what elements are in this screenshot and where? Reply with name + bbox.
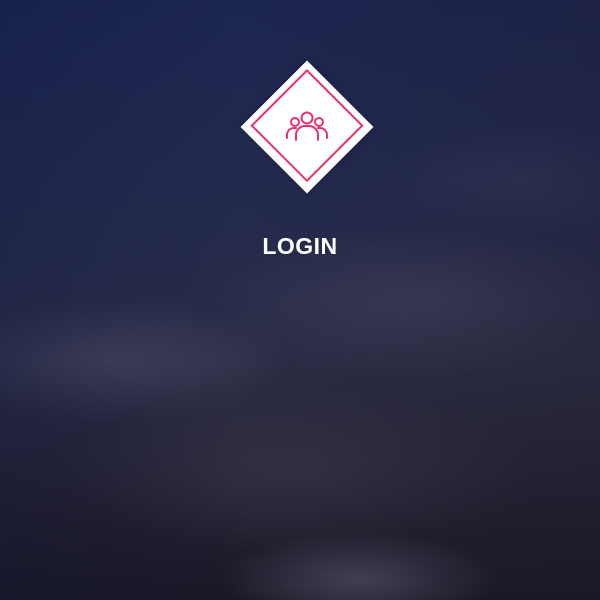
login-title: LOGIN bbox=[262, 233, 338, 259]
users-group-icon bbox=[286, 111, 328, 141]
login-logo bbox=[240, 57, 374, 197]
